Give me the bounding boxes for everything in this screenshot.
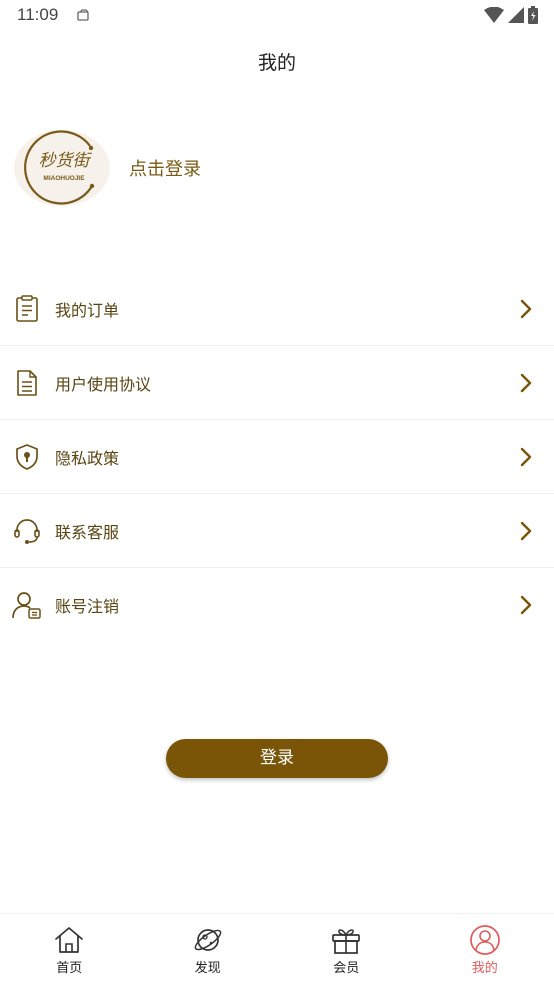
menu-item-customer-service[interactable]: 联系客服	[0, 494, 554, 568]
menu-item-label: 账号注销	[55, 597, 120, 616]
status-bar: 11:09	[0, 0, 554, 30]
avatar[interactable]: 秒货街 MIAOHUOJIE	[12, 128, 112, 208]
menu-item-label: 隐私政策	[55, 448, 120, 468]
tab-home[interactable]: 首页	[0, 914, 139, 984]
menu-item-label: 我的订单	[55, 300, 120, 320]
tab-membership[interactable]: 会员	[277, 914, 416, 984]
chevron-right-icon	[518, 445, 534, 469]
tab-mine[interactable]: 我的	[416, 914, 554, 984]
order-list-icon	[12, 294, 42, 324]
menu-item-user-agreement[interactable]: 用户使用协议	[0, 346, 554, 420]
user-card-icon	[12, 590, 42, 620]
login-prompt[interactable]: 点击登录	[129, 155, 201, 181]
tab-label: 会员	[333, 961, 360, 976]
tab-discover[interactable]: 发现	[139, 914, 278, 984]
gift-icon	[330, 924, 362, 956]
status-time: 11:09	[17, 5, 59, 24]
headset-icon	[12, 516, 42, 546]
menu-item-privacy-policy[interactable]: 隐私政策	[0, 420, 554, 494]
home-icon	[53, 924, 85, 956]
chevron-right-icon	[518, 371, 534, 395]
chevron-right-icon	[518, 519, 534, 543]
shield-lock-icon	[12, 442, 42, 472]
signal-icon	[508, 7, 524, 27]
login-button[interactable]: 登录	[166, 739, 388, 778]
logo-subtext: MIAOHUOJIE	[43, 175, 85, 182]
chevron-right-icon	[518, 593, 534, 617]
profile-section[interactable]: 秒货街 MIAOHUOJIE 点击登录	[12, 128, 412, 208]
menu-item-delete-account[interactable]: 账号注销	[0, 568, 554, 642]
document-icon	[12, 368, 42, 398]
logo-text: 秒货街	[39, 151, 93, 171]
menu-item-orders[interactable]: 我的订单	[0, 272, 554, 346]
wifi-icon	[484, 6, 504, 27]
battery-icon	[528, 6, 538, 28]
chevron-right-icon	[518, 297, 534, 321]
notification-icon	[76, 8, 90, 27]
user-icon	[469, 924, 501, 956]
page-title: 我的	[257, 52, 296, 74]
menu-item-label: 联系客服	[55, 522, 120, 542]
menu-list: 我的订单 用户使用协议 隐私政策 联系客服 账号注销	[0, 272, 554, 642]
planet-icon	[192, 924, 224, 956]
tab-label: 我的	[471, 961, 498, 976]
tab-label: 首页	[56, 961, 83, 976]
bottom-nav: 首页 发现 会员 我的	[0, 913, 554, 984]
tab-label: 发现	[194, 961, 221, 976]
menu-item-label: 用户使用协议	[55, 374, 152, 394]
